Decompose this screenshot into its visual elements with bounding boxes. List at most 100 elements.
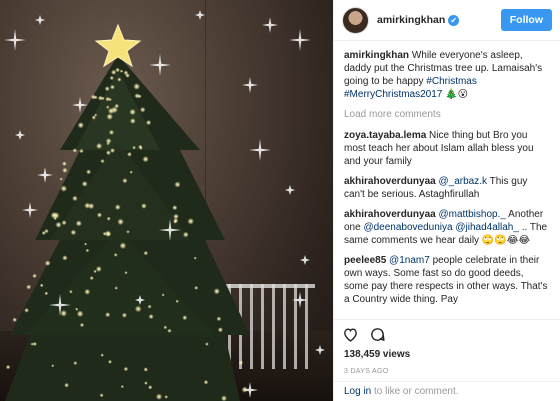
tree-light [50, 211, 58, 219]
mention[interactable]: @jihad4allah_ [455, 222, 519, 233]
tree-light [39, 283, 44, 288]
tree-light [123, 366, 129, 372]
load-more-comments[interactable]: Load more comments [344, 108, 550, 121]
instagram-post: amirkingkhan ✔ Follow amirkingkhan While… [0, 0, 560, 401]
tree-light [122, 178, 128, 184]
tree-light [44, 260, 51, 267]
sparkle [242, 77, 258, 93]
tree-light [114, 286, 118, 290]
hashtag-merrychristmas[interactable]: #MerryChristmas2017 [344, 89, 442, 100]
tree-light [117, 218, 124, 226]
tree-light [105, 231, 112, 237]
mention[interactable]: @deenaboveduniya [363, 222, 452, 233]
tree-light [115, 67, 120, 73]
tree-light [85, 248, 90, 253]
tree-light [187, 218, 194, 225]
tree-light [143, 367, 149, 372]
comment-author[interactable]: akhirahoverdunyaa [344, 209, 436, 220]
login-link[interactable]: Log in [344, 386, 371, 397]
sparkle [300, 255, 310, 265]
list-item: akhirahoverdunyaa @mattbishop._ Another … [344, 208, 550, 247]
comment-author[interactable]: zoya.tayaba.lema [344, 130, 426, 141]
avatar[interactable] [342, 6, 369, 34]
tree-light [145, 119, 152, 126]
tree-light [129, 170, 133, 174]
tree-light [55, 221, 62, 228]
tree-light [73, 361, 78, 366]
tree-light [91, 115, 97, 120]
tree-light [138, 144, 143, 149]
comment-author[interactable]: akhirahoverdunyaa [344, 176, 436, 187]
christmas-tree [4, 10, 325, 401]
username[interactable]: amirkingkhan [377, 14, 445, 26]
tree-light [96, 212, 103, 218]
tree-light [32, 341, 37, 347]
tree-light [174, 181, 181, 188]
action-bar [334, 319, 560, 349]
tree-light [129, 108, 136, 116]
sparkle [22, 202, 38, 218]
tree-light [119, 69, 124, 73]
tree-light [84, 242, 88, 246]
tree-light [5, 364, 11, 370]
tree-light [61, 220, 67, 226]
comment-author[interactable]: peelee85 [344, 255, 386, 266]
tree-light [81, 180, 88, 187]
mention[interactable]: @1nam7 [389, 255, 430, 266]
tree-light [106, 113, 113, 120]
comment-icon[interactable] [369, 326, 386, 343]
sparkle [15, 130, 25, 140]
tree-light [129, 118, 136, 124]
tree-light [109, 75, 115, 81]
tree-light [117, 77, 122, 82]
tree-light [12, 317, 17, 323]
view-count[interactable]: 138,459 views [334, 349, 560, 365]
tree-light [89, 276, 94, 281]
tree-light [126, 230, 130, 234]
tree-light [217, 327, 223, 333]
tree-light [105, 312, 111, 318]
tree-light [106, 142, 110, 146]
tree-light [141, 203, 147, 209]
tree-light [163, 325, 168, 330]
tree-light [213, 288, 220, 295]
tree-light [119, 242, 127, 250]
tree-light [108, 359, 112, 364]
tree-light [127, 151, 132, 157]
heart-icon[interactable] [342, 326, 359, 343]
sparkle [289, 29, 311, 51]
caption-author[interactable]: amirkingkhan [344, 50, 409, 61]
tree-light [167, 328, 172, 333]
tree-light [106, 105, 110, 109]
tree-light [69, 289, 73, 294]
tree-light [100, 159, 105, 164]
tree-light [134, 305, 142, 313]
sparkle [249, 139, 271, 161]
post-video[interactable] [0, 0, 333, 401]
sparkle [37, 167, 53, 183]
tree-light [72, 148, 78, 153]
sparkle [262, 17, 278, 33]
tree-light [106, 216, 111, 221]
tree-light [79, 322, 85, 328]
tree-light [147, 304, 152, 309]
tree-light [120, 385, 124, 389]
post-sidebar: amirkingkhan ✔ Follow amirkingkhan While… [333, 0, 560, 401]
tree-light [62, 255, 68, 261]
hashtag-christmas[interactable]: #Christmas [426, 76, 477, 87]
tree-light [143, 250, 149, 256]
mention[interactable]: @mattbishop._ [439, 209, 506, 220]
tree-light [144, 381, 148, 385]
tree-light [132, 145, 136, 150]
tree-light [216, 316, 222, 322]
tree-light [182, 315, 188, 321]
tree-light [88, 203, 95, 210]
tree-light [113, 253, 118, 257]
mention[interactable]: @_arbaz.k [439, 176, 488, 187]
tree-light [173, 220, 177, 224]
sparkle [285, 185, 295, 195]
tree-light [121, 312, 127, 318]
caption: amirkingkhan While everyone's asleep, da… [344, 49, 550, 101]
sparkle [315, 345, 325, 355]
follow-button[interactable]: Follow [500, 9, 552, 31]
